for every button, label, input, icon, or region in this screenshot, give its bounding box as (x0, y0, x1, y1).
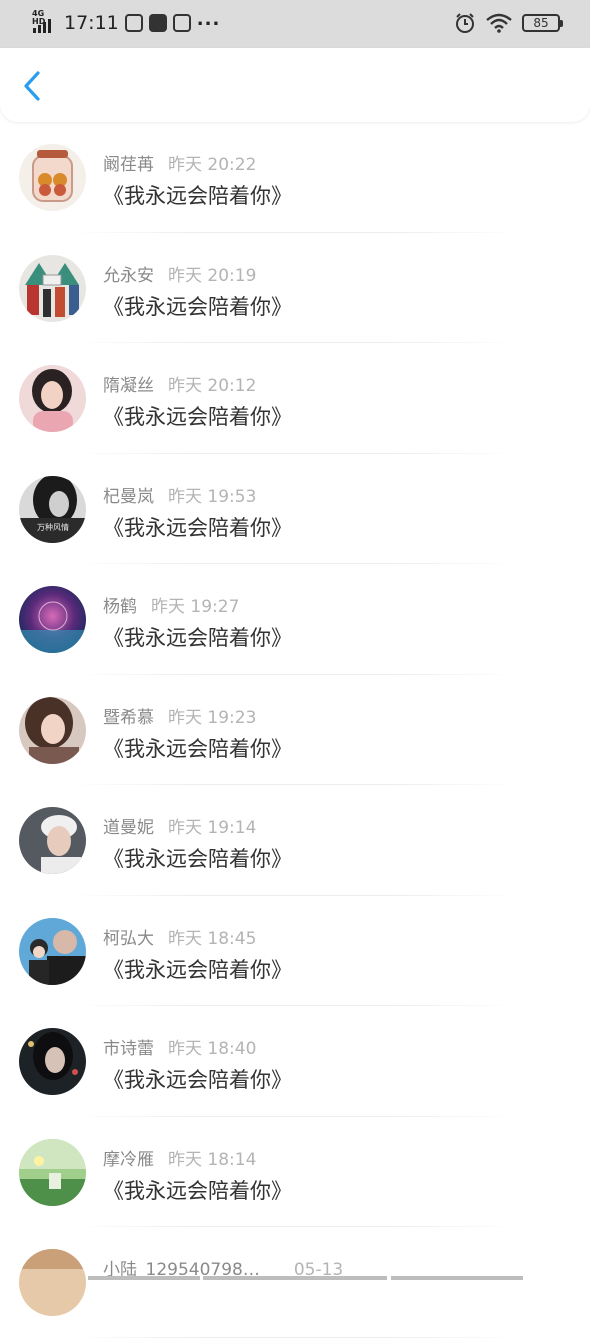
qq-icon (124, 14, 143, 32)
message-time: 昨天 19:14 (168, 818, 257, 838)
message-time: 昨天 18:45 (168, 928, 257, 949)
message-time: 昨天 18:40 (168, 1039, 257, 1059)
sender-name: 道曼妮 (103, 818, 154, 838)
avatar[interactable] (19, 1028, 86, 1095)
bottom-tab-indicator (391, 1276, 523, 1280)
avatar[interactable] (19, 254, 86, 322)
message-header: 阚荏苒 昨天 20:22 (103, 150, 256, 175)
camera-off-icon (172, 14, 191, 32)
sender-name: 杨鹤 (103, 597, 137, 617)
wifi-icon (486, 13, 512, 33)
message-time: 昨天 19:23 (168, 707, 257, 728)
message-header: 杞曼岚 昨天 19:53 (103, 482, 256, 507)
avatar[interactable]: 万种风情 (19, 475, 86, 543)
message-header: 柯弘大 昨天 18:45 (103, 924, 256, 949)
list-item[interactable]: 阚荏苒 昨天 20:22 《我永远会陪着你》 (0, 122, 590, 233)
status-bar-left: 4G HD 17:11 ... (32, 8, 221, 36)
message-text: 《我永远会陪着你》 (103, 1178, 292, 1203)
sender-name: 市诗蕾 (103, 1039, 154, 1059)
list-item[interactable]: 道曼妮 昨天 19:14 《我永远会陪着你》 (0, 785, 590, 896)
list-item[interactable]: 小陆_129540798… 05-13 (0, 1227, 590, 1338)
avatar[interactable] (19, 144, 86, 211)
message-header: 暨希慕 昨天 19:23 (103, 703, 256, 728)
list-item[interactable]: 暨希慕 昨天 19:23 《我永远会陪着你》 (0, 675, 590, 786)
sender-name: 摩冷雁 (103, 1149, 154, 1170)
sender-name: 暨希慕 (103, 707, 154, 728)
list-item[interactable]: 杨鹤 昨天 19:27 《我永远会陪着你》 (0, 564, 590, 675)
bottom-tab-indicator (203, 1276, 387, 1280)
avatar[interactable] (19, 696, 86, 764)
message-header: 市诗蕾 昨天 18:40 (103, 1034, 256, 1059)
message-time: 昨天 20:22 (168, 155, 257, 175)
message-text: 《我永远会陪着你》 (103, 736, 292, 761)
message-time: 昨天 19:53 (168, 486, 257, 507)
list-item[interactable]: 万种风情 杞曼岚 昨天 19:53 《我永远会陪着你》 (0, 454, 590, 565)
message-text: 《我永远会陪着你》 (103, 405, 292, 429)
list-item[interactable]: 柯弘大 昨天 18:45 《我永远会陪着你》 (0, 896, 590, 1007)
message-text: 《我永远会陪着你》 (103, 1068, 292, 1092)
message-text: 《我永远会陪着你》 (103, 515, 292, 540)
message-header: 摩冷雁 昨天 18:14 (103, 1145, 256, 1170)
message-list: 阚荏苒 昨天 20:22 《我永远会陪着你》 允永安 昨天 20:19 《我永远会陪… (0, 122, 590, 1338)
message-text: 《我永远会陪着你》 (103, 847, 292, 871)
message-header: 允永安 昨天 20:19 (103, 261, 256, 286)
more-dots-icon: ... (196, 8, 221, 30)
list-item[interactable]: 市诗蕾 昨天 18:40 《我永远会陪着你》 (0, 1006, 590, 1117)
status-bar-right: 85 (454, 12, 563, 34)
chevron-left-icon (24, 71, 40, 101)
sender-name: 阚荏苒 (103, 155, 154, 175)
sender-name: 隋凝丝 (103, 376, 154, 396)
bottom-tab-indicator (88, 1276, 200, 1280)
avatar[interactable] (19, 586, 86, 653)
avatar[interactable] (19, 1249, 86, 1316)
message-text: 《我永远会陪着你》 (103, 184, 292, 208)
avatar[interactable] (19, 807, 86, 874)
sender-name: 柯弘大 (103, 928, 154, 949)
top-nav-bar (0, 48, 590, 122)
message-time: 昨天 18:14 (168, 1149, 257, 1170)
sender-name: 杞曼岚 (103, 486, 154, 507)
signal-icon: 4G HD (32, 10, 56, 35)
message-text: 《我永远会陪着你》 (103, 294, 292, 319)
message-header: 杨鹤 昨天 19:27 (103, 592, 239, 617)
battery-icon: 85 (522, 14, 563, 32)
message-text: 《我永远会陪着你》 (103, 626, 292, 650)
list-item[interactable]: 隋凝丝 昨天 20:12 《我永远会陪着你》 (0, 343, 590, 454)
message-time: 昨天 19:27 (151, 597, 240, 617)
avatar[interactable] (19, 365, 86, 432)
status-time: 17:11 (64, 12, 119, 34)
message-text: 《我永远会陪着你》 (103, 957, 292, 982)
avatar[interactable] (19, 1138, 86, 1206)
message-header: 隋凝丝 昨天 20:12 (103, 371, 256, 396)
status-bar: 4G HD 17:11 ... 85 (0, 0, 590, 48)
avatar-caption: 万种风情 (37, 522, 69, 532)
avatar[interactable] (19, 917, 86, 985)
list-item[interactable]: 允永安 昨天 20:19 《我永远会陪着你》 (0, 233, 590, 344)
mail-icon (148, 14, 167, 32)
message-time: 昨天 20:12 (168, 376, 257, 396)
list-item[interactable]: 摩冷雁 昨天 18:14 《我永远会陪着你》 (0, 1117, 590, 1228)
sender-name: 允永安 (103, 265, 154, 286)
alarm-icon (456, 13, 474, 33)
message-header: 道曼妮 昨天 19:14 (103, 813, 256, 838)
back-button[interactable] (16, 68, 50, 104)
message-time: 昨天 20:19 (168, 265, 257, 286)
